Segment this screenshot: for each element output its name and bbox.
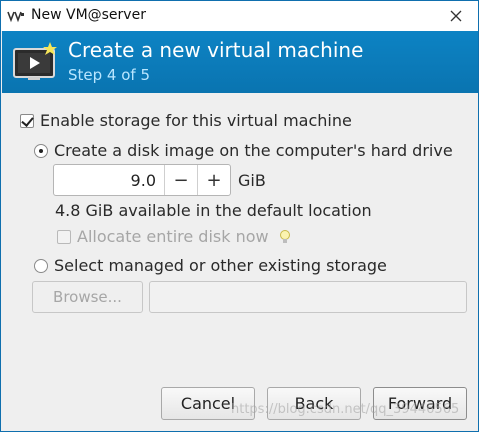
forward-button[interactable]: Forward [373, 387, 467, 420]
disk-size-unit: GiB [238, 171, 266, 190]
vm-manager-icon [7, 9, 25, 23]
storage-path-field[interactable] [149, 281, 467, 313]
new-vm-window: New VM@server Create a new virtual machi… [0, 0, 479, 432]
create-disk-label: Create a disk image on the computer's ha… [54, 141, 453, 160]
disk-size-input[interactable] [54, 165, 164, 195]
header-banner: Create a new virtual machine Step 4 of 5 [2, 31, 478, 93]
increment-button[interactable]: + [197, 165, 230, 195]
lightbulb-icon [279, 229, 291, 245]
disk-size-stepper[interactable]: − + [53, 164, 231, 196]
title-bar[interactable]: New VM@server [1, 1, 478, 31]
available-space-text: 4.8 GiB available in the default locatio… [55, 201, 372, 220]
allocate-disk-checkbox[interactable] [57, 229, 71, 244]
window-title: New VM@server [31, 7, 146, 23]
decrement-button[interactable]: − [164, 165, 197, 195]
managed-storage-label: Select managed or other existing storage [54, 256, 387, 275]
enable-storage-option[interactable]: Enable storage for this virtual machine [20, 111, 352, 130]
browse-button[interactable]: Browse... [32, 281, 143, 313]
allocate-disk-label: Allocate entire disk now [77, 227, 269, 246]
managed-storage-option[interactable]: Select managed or other existing storage [34, 256, 387, 275]
vm-screen-icon [12, 39, 58, 85]
close-icon[interactable] [442, 5, 470, 27]
back-button[interactable]: Back [267, 387, 361, 420]
create-disk-radio[interactable] [34, 143, 48, 158]
wizard-step: Step 4 of 5 [68, 66, 151, 84]
enable-storage-checkbox[interactable] [20, 113, 34, 128]
enable-storage-label: Enable storage for this virtual machine [40, 111, 352, 130]
managed-storage-radio[interactable] [34, 258, 48, 273]
create-disk-option[interactable]: Create a disk image on the computer's ha… [34, 141, 453, 160]
cancel-button[interactable]: Cancel [161, 387, 255, 420]
wizard-title: Create a new virtual machine [68, 38, 364, 62]
allocate-disk-option[interactable]: Allocate entire disk now [57, 227, 291, 246]
